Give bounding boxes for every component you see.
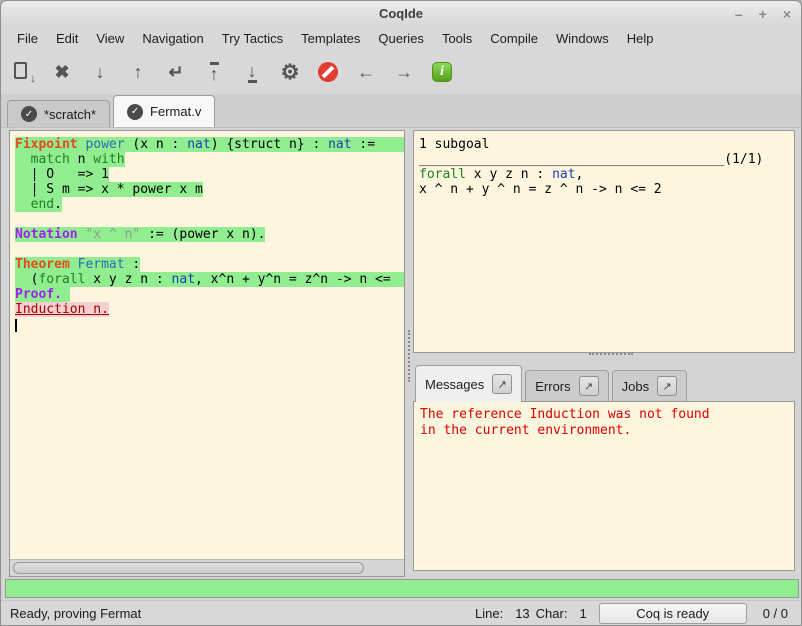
menu-windows[interactable]: Windows <box>547 28 618 49</box>
close-buffer-icon[interactable]: ✖ <box>49 59 75 85</box>
menu-try-tactics[interactable]: Try Tactics <box>213 28 292 49</box>
menu-file[interactable]: File <box>8 28 47 49</box>
step-backward-icon[interactable]: ↑ <box>125 59 151 85</box>
go-to-cursor-icon[interactable]: ↵ <box>163 59 189 85</box>
code-line: x ^ n + y ^ n = z ^ n -> n <= 2 <box>419 182 794 197</box>
window-controls: – + × <box>735 1 791 26</box>
menu-compile[interactable]: Compile <box>481 28 547 49</box>
horizontal-splitter-grip-icon[interactable] <box>589 353 633 355</box>
text-cursor <box>15 319 17 332</box>
code-line <box>15 242 404 257</box>
code-line: 1 subgoal <box>419 137 794 152</box>
detach-icon[interactable]: ↗ <box>657 376 677 396</box>
coq-status-button[interactable]: Coq is ready <box>599 603 747 624</box>
window-title: CoqIde <box>1 6 801 21</box>
tab-scratch[interactable]: ✓ *scratch* <box>7 100 110 127</box>
line-value: 13 <box>515 606 529 621</box>
error-message-line: The reference Induction was not found <box>420 407 794 423</box>
code-line: Theorem Fermat : <box>15 257 404 272</box>
code-line <box>15 317 404 332</box>
about-icon[interactable]: i <box>429 59 455 85</box>
line-label: Line: <box>475 606 503 621</box>
code-line: | O => 1 <box>15 167 404 182</box>
step-forward-icon[interactable]: ↓ <box>87 59 113 85</box>
code-line: Fixpoint power (x n : nat) {struct n} : … <box>15 137 404 152</box>
code-line: Proof. <box>15 287 404 302</box>
code-line: forall x y z n : nat, <box>419 167 794 182</box>
close-icon[interactable]: × <box>783 7 791 21</box>
char-label: Char: <box>536 606 568 621</box>
go-to-end-icon[interactable]: ↓ <box>239 59 265 85</box>
tab-label: Messages <box>425 377 484 392</box>
messages-content[interactable]: The reference Induction was not foundin … <box>413 401 795 571</box>
interrupt-icon[interactable] <box>315 59 341 85</box>
splitter-grip-icon <box>408 330 410 382</box>
toolbar: ↓ ✖ ↓ ↑ ↵ ↑ ↓ ⚙ ← → i <box>1 50 801 94</box>
char-value: 1 <box>579 606 586 621</box>
tab-messages[interactable]: Messages ↗ <box>415 365 522 402</box>
menu-navigation[interactable]: Navigation <box>133 28 212 49</box>
document-tabstrip: ✓ *scratch* ✓ Fermat.v <box>1 94 801 128</box>
check-icon: ✓ <box>21 106 37 122</box>
check-icon: ✓ <box>127 104 143 120</box>
tab-label: Fermat.v <box>150 104 201 119</box>
gear-icon[interactable]: ⚙ <box>277 59 303 85</box>
forward-icon[interactable]: → <box>391 59 417 85</box>
tab-label: Errors <box>535 379 570 394</box>
code-line <box>15 212 404 227</box>
tab-fermat-v[interactable]: ✓ Fermat.v <box>113 95 215 127</box>
detach-icon[interactable]: ↗ <box>579 376 599 396</box>
menu-queries[interactable]: Queries <box>369 28 433 49</box>
goals-panel[interactable]: 1 subgoal_______________________________… <box>413 130 795 353</box>
messages-tabstrip: Messages ↗ Errors ↗ Jobs ↗ <box>413 362 795 401</box>
menu-templates[interactable]: Templates <box>292 28 369 49</box>
code-line: | S m => x * power x m <box>15 182 404 197</box>
coqide-window: CoqIde – + × FileEditViewNavigationTry T… <box>0 0 802 626</box>
menu-bar: FileEditViewNavigationTry TacticsTemplat… <box>1 26 801 50</box>
goals-text: 1 subgoal_______________________________… <box>414 131 794 197</box>
menu-view[interactable]: View <box>87 28 133 49</box>
status-message: Ready, proving Fermat <box>10 606 459 621</box>
error-message-line: in the current environment. <box>420 423 794 439</box>
back-icon[interactable]: ← <box>353 59 379 85</box>
worker-counter: 0 / 0 <box>763 606 788 621</box>
code-editor[interactable]: Fixpoint power (x n : nat) {struct n} : … <box>10 131 404 559</box>
code-line: Induction n. <box>15 302 404 317</box>
save-icon[interactable]: ↓ <box>11 59 37 85</box>
restart-icon[interactable]: ↑ <box>201 59 227 85</box>
code-line: _______________________________________(… <box>419 152 794 167</box>
menu-help[interactable]: Help <box>618 28 663 49</box>
maximize-icon[interactable]: + <box>759 7 767 21</box>
code-line: end. <box>15 197 404 212</box>
menu-tools[interactable]: Tools <box>433 28 481 49</box>
menu-edit[interactable]: Edit <box>47 28 87 49</box>
scrollbar-thumb[interactable] <box>13 562 364 574</box>
minimize-icon[interactable]: – <box>735 7 743 21</box>
code-line: (forall x y z n : nat, x^n + y^n = z^n -… <box>15 272 404 287</box>
code-line: match n with <box>15 152 404 167</box>
tab-label: *scratch* <box>44 107 96 122</box>
tab-label: Jobs <box>622 379 649 394</box>
code-editor-frame: Fixpoint power (x n : nat) {struct n} : … <box>9 130 405 577</box>
messages-notebook: Messages ↗ Errors ↗ Jobs ↗ The reference Indu… <box>413 362 795 571</box>
vertical-splitter[interactable] <box>405 130 413 577</box>
coq-status-label: Coq is ready <box>636 606 709 621</box>
code-line: Notation "x ^ n" := (power x n). <box>15 227 404 242</box>
status-bar: Ready, proving Fermat Line: 13 Char: 1 C… <box>1 600 801 626</box>
detach-icon[interactable]: ↗ <box>492 374 512 394</box>
horizontal-scrollbar[interactable] <box>10 559 404 576</box>
title-bar[interactable]: CoqIde – + × <box>1 1 801 26</box>
progress-bar <box>5 579 799 598</box>
tab-errors[interactable]: Errors ↗ <box>525 370 608 401</box>
tab-jobs[interactable]: Jobs ↗ <box>612 370 687 401</box>
